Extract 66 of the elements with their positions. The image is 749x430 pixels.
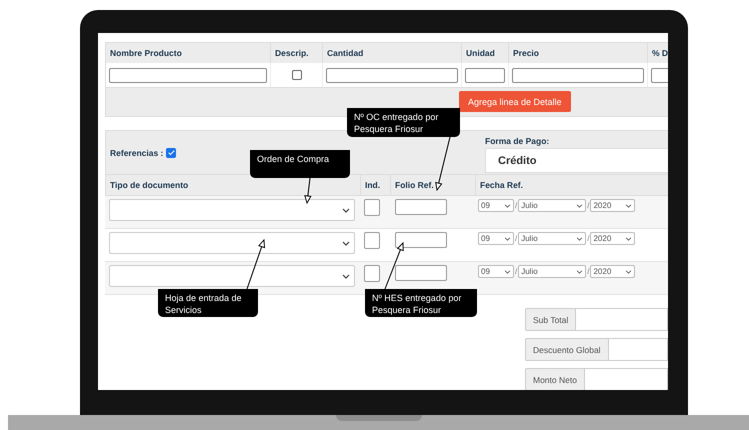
total-label: Sub Total bbox=[525, 308, 576, 331]
document-type-select[interactable] bbox=[109, 199, 355, 221]
add-detail-button[interactable]: Agrega linea de Detalle bbox=[459, 91, 571, 112]
annotation-callout: Nº HES entregado por Pesquera Friosur bbox=[365, 289, 477, 317]
annotation-callout: Orden de Compra bbox=[250, 150, 350, 178]
date-select[interactable]: Julio bbox=[518, 199, 586, 212]
payment-label: Forma de Pago: bbox=[485, 136, 550, 146]
input-field[interactable] bbox=[395, 199, 447, 215]
date-select[interactable]: 2020 bbox=[590, 232, 636, 245]
column-header: Descrip. bbox=[271, 43, 323, 63]
chevron-down-icon bbox=[625, 236, 632, 240]
payment-select[interactable]: Crédito bbox=[485, 148, 668, 173]
chevron-down-icon bbox=[342, 240, 350, 246]
references-label: Referencias : bbox=[110, 148, 164, 158]
checkbox[interactable] bbox=[364, 199, 380, 216]
input-field[interactable] bbox=[395, 232, 447, 248]
date-select[interactable]: 09 bbox=[478, 232, 514, 245]
checkbox[interactable] bbox=[292, 70, 302, 80]
chevron-down-icon bbox=[576, 236, 584, 240]
input-field[interactable] bbox=[465, 68, 505, 82]
column-header: Unidad bbox=[462, 43, 509, 63]
column-header: Precio bbox=[509, 43, 648, 63]
annotation-callout: Hoja de entrada de Servicios bbox=[158, 289, 258, 317]
input-field[interactable] bbox=[512, 68, 644, 82]
date-separator: / bbox=[515, 266, 518, 278]
date-select[interactable]: Julio bbox=[518, 232, 586, 245]
annotation-arrow bbox=[435, 136, 450, 192]
column-header: % D bbox=[648, 43, 668, 63]
chevron-down-icon bbox=[342, 274, 350, 278]
checkbox[interactable] bbox=[364, 265, 380, 282]
chevron-down-icon bbox=[342, 208, 350, 212]
input-field[interactable] bbox=[326, 68, 458, 82]
input-field[interactable] bbox=[584, 368, 668, 390]
date-separator: / bbox=[587, 233, 590, 245]
column-header: Nombre Producto bbox=[106, 43, 271, 63]
checkbox[interactable] bbox=[166, 148, 176, 158]
column-header: Fecha Ref. bbox=[476, 174, 668, 195]
chevron-down-icon bbox=[504, 270, 511, 274]
checkbox[interactable] bbox=[364, 232, 380, 249]
input-field[interactable] bbox=[608, 338, 668, 361]
date-separator: / bbox=[587, 200, 590, 212]
chevron-down-icon bbox=[625, 270, 632, 274]
date-separator: / bbox=[515, 200, 518, 212]
document-type-select[interactable] bbox=[109, 265, 355, 287]
date-separator: / bbox=[515, 233, 518, 245]
chevron-down-icon bbox=[504, 204, 511, 208]
chevron-down-icon bbox=[576, 270, 584, 274]
chevron-down-icon bbox=[625, 204, 632, 208]
annotation-callout: Nº OC entregado por Pesquera Friosur bbox=[347, 108, 460, 137]
date-separator: / bbox=[587, 266, 590, 278]
column-header: Ind. bbox=[361, 174, 391, 195]
date-select[interactable]: 2020 bbox=[590, 265, 636, 278]
input-field[interactable] bbox=[651, 68, 668, 82]
chevron-down-icon bbox=[504, 236, 511, 240]
total-label: Descuento Global bbox=[525, 338, 609, 361]
input-field[interactable] bbox=[576, 308, 668, 331]
document-type-select[interactable] bbox=[109, 232, 355, 254]
input-field[interactable] bbox=[109, 68, 267, 82]
date-select[interactable]: 09 bbox=[478, 199, 514, 212]
date-select[interactable]: 2020 bbox=[590, 199, 636, 212]
input-field[interactable] bbox=[395, 265, 447, 281]
total-label: Monto Neto bbox=[525, 368, 585, 390]
chevron-down-icon bbox=[576, 204, 584, 208]
date-select[interactable]: 09 bbox=[478, 265, 514, 278]
column-header: Cantidad bbox=[323, 43, 462, 63]
date-select[interactable]: Julio bbox=[518, 265, 586, 278]
